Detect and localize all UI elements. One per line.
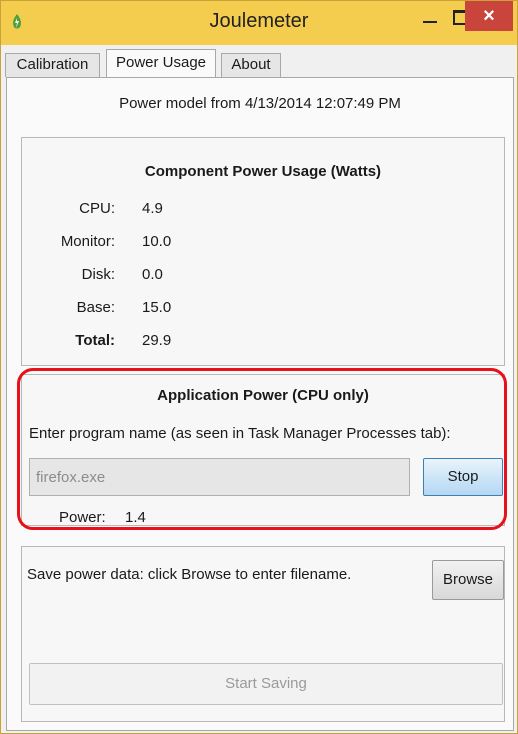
close-button[interactable]: ×: [465, 1, 513, 31]
tab-power-usage[interactable]: Power Usage: [106, 49, 216, 78]
disk-label: Disk:: [81, 266, 115, 283]
app-power-label: Power:: [59, 509, 106, 526]
tab-calibration[interactable]: Calibration: [5, 53, 100, 77]
total-label: Total:: [75, 332, 115, 349]
application-power-title: Application Power (CPU only): [157, 387, 369, 404]
cpu-value: 4.9: [142, 200, 163, 217]
tab-bar: Calibration Power Usage About: [5, 49, 515, 78]
monitor-label: Monitor:: [60, 233, 115, 250]
browse-button[interactable]: Browse: [432, 560, 504, 600]
application-power-group: Application Power (CPU only): [21, 374, 505, 526]
program-name-input[interactable]: [29, 458, 410, 496]
save-instruction: Save power data: click Browse to enter f…: [27, 566, 352, 583]
tab-about[interactable]: About: [221, 53, 281, 77]
power-model-date: Power model from 4/13/2014 12:07:49 PM: [119, 95, 401, 112]
base-label: Base:: [76, 299, 115, 316]
app-power-value: 1.4: [125, 509, 146, 526]
close-icon: ×: [483, 5, 495, 27]
stop-button[interactable]: Stop: [423, 458, 503, 496]
cpu-label: CPU:: [79, 200, 115, 217]
disk-value: 0.0: [142, 266, 163, 283]
start-saving-button[interactable]: Start Saving: [29, 663, 503, 705]
power-usage-panel: Power model from 4/13/2014 12:07:49 PM C…: [6, 77, 514, 731]
joulemeter-window: Joulemeter × Calibration Power Usage Abo…: [0, 0, 518, 734]
minimize-button[interactable]: [415, 5, 445, 31]
title-bar[interactable]: Joulemeter ×: [1, 1, 517, 45]
monitor-value: 10.0: [142, 233, 172, 250]
component-power-title: Component Power Usage (Watts): [144, 163, 382, 180]
total-value: 29.9: [142, 332, 172, 349]
program-name-prompt: Enter program name (as seen in Task Mana…: [29, 425, 451, 442]
base-value: 15.0: [142, 299, 172, 316]
component-power-group: Component Power Usage (Watts) CPU: 4.9 M…: [21, 137, 505, 366]
